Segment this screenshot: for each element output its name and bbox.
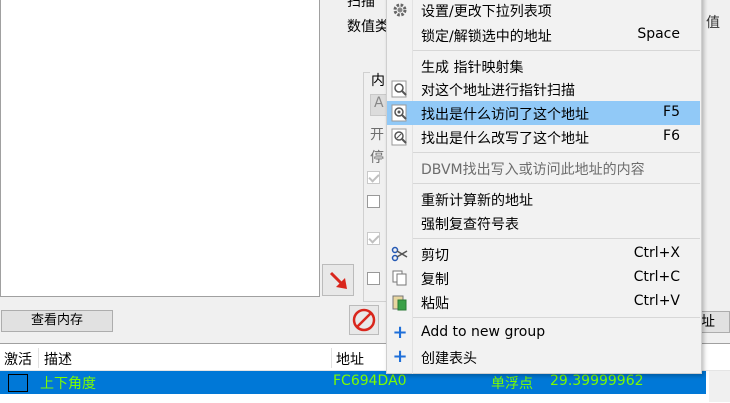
menu-item-shortcut: F5 xyxy=(663,104,680,120)
menu-item-paste[interactable]: 粘贴 Ctrl+V xyxy=(387,290,700,314)
menu-item-label: 复制 xyxy=(421,272,449,288)
menu-item-find-access[interactable]: 找出是什么访问了这个地址 F5 xyxy=(387,101,700,125)
menu-item-label: Add to new group xyxy=(421,324,546,340)
menu-item-shortcut: Ctrl+C xyxy=(633,269,680,285)
table-row[interactable]: 上下角度 FC694DA0 单浮点 29.39999962 xyxy=(0,371,706,394)
magnifier-icon xyxy=(391,80,409,98)
menu-item-label: 找出是什么访问了这个地址 xyxy=(421,107,589,123)
magnifier-pencil-icon xyxy=(391,128,409,146)
menu-separator xyxy=(413,317,700,318)
menu-item-label: 找出是什么改写了这个地址 xyxy=(421,131,589,147)
menu-item-label: 设置/更改下拉列表项 xyxy=(421,4,552,20)
menu-item-shortcut: Ctrl+X xyxy=(633,245,680,261)
clear-list-button[interactable] xyxy=(349,305,379,335)
menu-item-label: 剪切 xyxy=(421,248,449,264)
row-address: FC694DA0 xyxy=(333,373,407,389)
menu-item-copy[interactable]: 复制 Ctrl+C xyxy=(387,266,700,290)
scan-label: 扫描 xyxy=(347,0,375,10)
column-header-active[interactable]: 激活 xyxy=(4,349,32,369)
menu-item-dbvm-find[interactable]: DBVM找出写入或访问此地址的内容 xyxy=(387,156,700,180)
menu-item-label: 创建表头 xyxy=(421,351,477,367)
menu-separator xyxy=(413,238,700,239)
menu-item-create-header[interactable]: + 创建表头 xyxy=(387,345,700,369)
menu-item-cut[interactable]: 剪切 Ctrl+X xyxy=(387,242,700,266)
right-edge-label: 值 xyxy=(706,15,720,31)
magnifier-eye-icon xyxy=(391,104,409,122)
row-type: 单浮点 xyxy=(491,376,533,392)
menu-item-add-to-new-group[interactable]: + Add to new group xyxy=(387,321,700,345)
menu-item-shortcut: F6 xyxy=(663,128,680,144)
menu-separator xyxy=(413,183,700,184)
row-active-checkbox[interactable] xyxy=(8,374,28,392)
menu-item-shortcut: Space xyxy=(637,26,680,42)
menu-item-force-recheck-symbols[interactable]: 强制复查符号表 xyxy=(387,211,700,235)
paste-icon xyxy=(391,293,409,311)
menu-item-set-dropdown[interactable]: 设置/更改下拉列表项 xyxy=(387,0,700,22)
copy-icon xyxy=(391,269,409,287)
value-type-label: 数值类 xyxy=(347,19,389,35)
option-checkbox-2[interactable] xyxy=(367,195,380,208)
scissors-icon xyxy=(391,245,409,263)
row-value: 29.39999962 xyxy=(550,373,644,389)
menu-item-find-write[interactable]: 找出是什么改写了这个地址 F6 xyxy=(387,125,700,149)
option-checkbox-1[interactable] xyxy=(367,171,380,184)
menu-item-pointer-scan[interactable]: 对这个地址进行指针扫描 xyxy=(387,77,700,101)
menu-item-label: 重新计算新的地址 xyxy=(421,193,533,209)
table-scrollbar[interactable] xyxy=(709,371,730,402)
no-entry-icon xyxy=(352,308,376,332)
menu-item-label: 锁定/解锁选中的地址 xyxy=(421,29,552,45)
menu-item-label: 对这个地址进行指针扫描 xyxy=(421,83,575,99)
menu-item-toggle-lock[interactable]: 锁定/解锁选中的地址 Space xyxy=(387,23,700,47)
red-arrow-icon xyxy=(329,271,347,289)
add-address-arrow-button[interactable] xyxy=(322,264,354,296)
memory-group-label: 内 xyxy=(370,70,386,90)
plus-icon: + xyxy=(392,322,408,343)
menu-separator xyxy=(413,50,700,51)
menu-item-generate-pointermap[interactable]: 生成 指针映射集 xyxy=(387,54,700,78)
menu-item-label: 强制复查符号表 xyxy=(421,217,519,233)
start-label: 开 xyxy=(370,127,384,143)
option-checkbox-4[interactable] xyxy=(367,272,380,285)
menu-item-label: DBVM找出写入或访问此地址的内容 xyxy=(421,162,645,178)
view-memory-button[interactable]: 查看内存 xyxy=(1,310,113,332)
menu-separator xyxy=(413,152,700,153)
row-description: 上下角度 xyxy=(40,376,96,392)
menu-item-recalculate-address[interactable]: 重新计算新的地址 xyxy=(387,187,700,211)
column-header-description[interactable]: 描述 xyxy=(44,349,72,369)
stop-label: 停 xyxy=(370,150,384,166)
menu-item-shortcut: Ctrl+V xyxy=(633,293,680,309)
scan-result-list[interactable] xyxy=(0,0,320,297)
menu-item-label: 粘贴 xyxy=(421,296,449,312)
option-checkbox-3[interactable] xyxy=(367,232,380,245)
menu-item-label: 生成 指针映射集 xyxy=(421,60,524,76)
plus-icon: + xyxy=(392,346,408,367)
gear-icon xyxy=(391,1,409,19)
column-header-address[interactable]: 地址 xyxy=(336,349,364,369)
